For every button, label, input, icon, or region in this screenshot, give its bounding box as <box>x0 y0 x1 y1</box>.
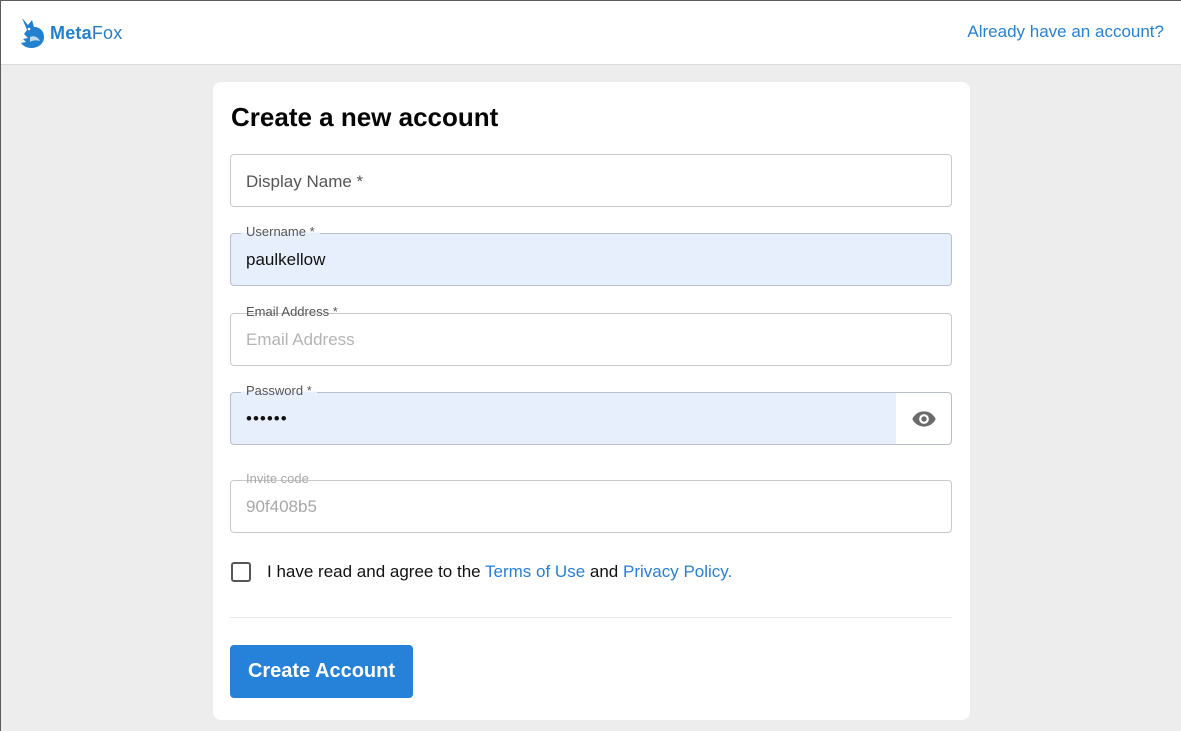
brand-name-part2: Fox <box>91 22 123 43</box>
invite-code-value: 90f408b5 <box>246 497 317 516</box>
username-field[interactable]: Username * <box>230 224 952 286</box>
password-input[interactable]: •••••• <box>246 409 886 429</box>
privacy-link[interactable]: Privacy Policy. <box>623 562 732 581</box>
brand-name-part1: Meta <box>50 22 92 43</box>
brand-name: MetaFox <box>50 23 122 44</box>
email-field[interactable]: Email Address * <box>230 304 952 366</box>
signin-link[interactable]: Already have an account? <box>967 22 1164 42</box>
agree-prefix: I have read and agree to the <box>267 562 486 581</box>
agree-checkbox[interactable] <box>231 562 251 582</box>
fox-logo-icon <box>21 18 44 48</box>
password-field[interactable]: Password * •••••• <box>230 383 952 445</box>
display-name-label: Display Name * <box>246 172 364 191</box>
create-account-button[interactable]: Create Account <box>230 645 413 698</box>
signup-card: Create a new account Display Name * User… <box>213 82 970 720</box>
invite-code-field: Invite code 90f408b5 <box>230 471 952 533</box>
email-input[interactable] <box>246 330 886 350</box>
divider <box>230 617 952 618</box>
username-label: Username * <box>241 224 320 240</box>
password-visibility-toggle[interactable] <box>896 393 951 444</box>
invite-code-label: Invite code <box>241 471 314 487</box>
display-name-field[interactable]: Display Name * <box>230 154 952 207</box>
brand-logo[interactable]: MetaFox <box>18 15 122 51</box>
top-header: MetaFox Already have an account? <box>1 1 1181 65</box>
eye-icon <box>911 410 936 427</box>
email-label: Email Address * <box>241 304 343 320</box>
password-label: Password * <box>241 383 317 399</box>
username-input[interactable] <box>246 250 886 270</box>
page-frame: MetaFox Already have an account? Create … <box>0 0 1181 731</box>
agree-middle: and <box>585 562 623 581</box>
page-title: Create a new account <box>231 102 499 132</box>
agree-text: I have read and agree to the Terms of Us… <box>267 562 732 582</box>
terms-link[interactable]: Terms of Use <box>485 562 585 581</box>
terms-agreement: I have read and agree to the Terms of Us… <box>231 562 732 582</box>
